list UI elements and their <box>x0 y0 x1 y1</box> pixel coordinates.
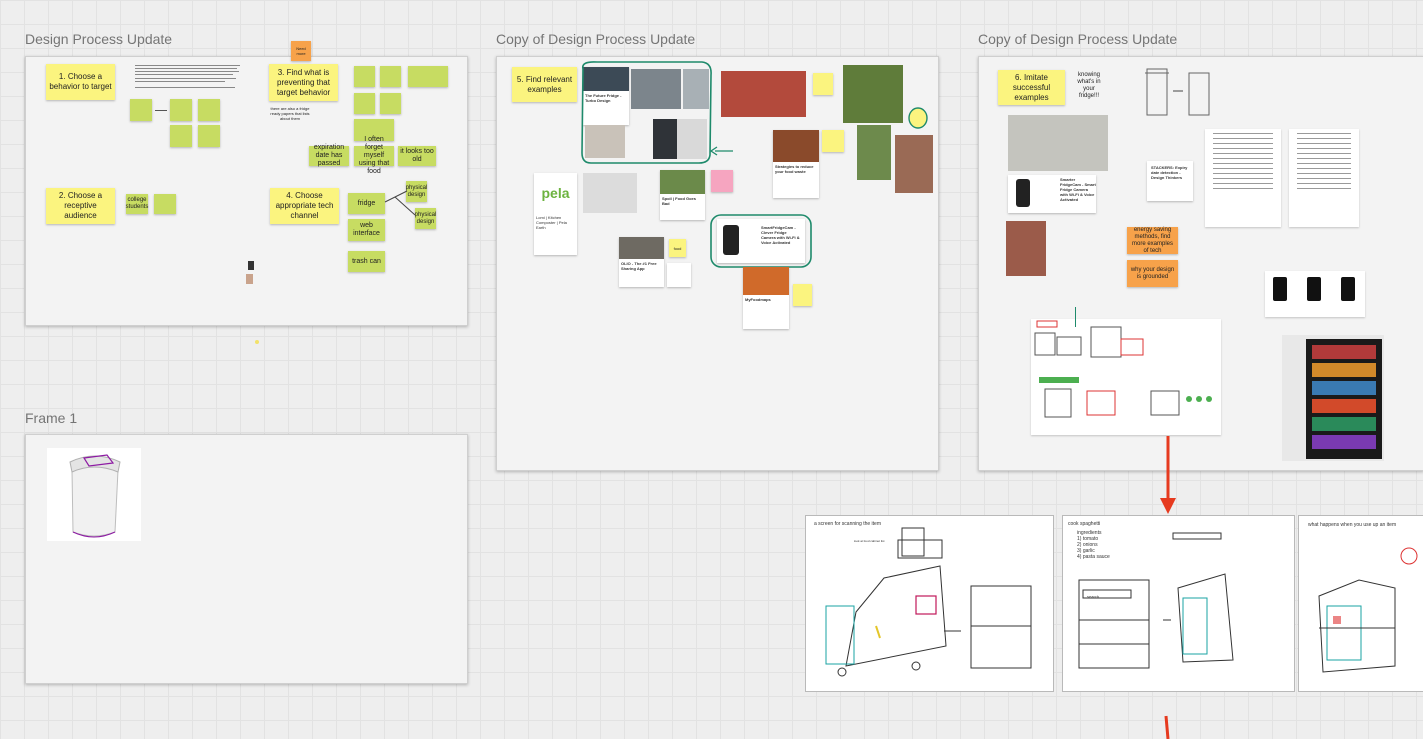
whiteboard-sketch-image[interactable] <box>1031 319 1221 435</box>
connector-line <box>1075 307 1076 327</box>
sticky-small[interactable] <box>198 125 220 147</box>
composter-image[interactable] <box>583 173 637 213</box>
sticky-small[interactable] <box>380 93 401 114</box>
sticky-small[interactable] <box>813 73 833 95</box>
frame-title-copy-2[interactable]: Copy of Design Process Update <box>978 31 1177 47</box>
connector-line <box>155 110 167 111</box>
frame-title-frame1[interactable]: Frame 1 <box>25 410 77 426</box>
paragraph-line <box>135 71 239 72</box>
image-thumbnail <box>246 274 253 284</box>
sticky-grounded[interactable]: why your design is grounded <box>1127 260 1178 287</box>
sticky-tech-channel[interactable]: 4. Choose appropriate tech channel <box>270 188 339 224</box>
sticky-small[interactable] <box>822 130 844 152</box>
sticky-small[interactable] <box>380 66 401 87</box>
sketch-drawing <box>1078 532 1234 669</box>
sticky-find-preventing[interactable]: 3. Find what is preventing that target b… <box>269 64 338 101</box>
note-knowing-fridge[interactable]: knowing what's in your fridge!!! <box>1074 72 1104 100</box>
trash-can-image[interactable] <box>47 448 141 541</box>
sticky-trash-can[interactable]: trash can <box>348 251 385 272</box>
sticky-small[interactable] <box>198 99 220 121</box>
phone-gesture-icon <box>1273 277 1355 301</box>
paragraph-line <box>135 81 225 82</box>
sketch-drawing <box>825 527 1032 677</box>
note-fridge-papers[interactable]: there are also a fridge ready papers tha… <box>270 106 310 121</box>
fridge-food-image[interactable] <box>895 135 933 193</box>
sticky-small[interactable] <box>354 93 375 114</box>
document-page-2[interactable] <box>1289 129 1359 227</box>
green-circle-annotation <box>908 107 928 129</box>
sticky-looks-old[interactable]: it looks too old <box>398 146 436 166</box>
sticky-web-interface[interactable]: web interface <box>348 219 385 241</box>
frame-1[interactable] <box>25 434 468 684</box>
sticky-choose-audience[interactable]: 2. Choose a receptive audience <box>46 188 115 224</box>
card-mykitchen[interactable]: MyFoodmaps <box>743 267 789 329</box>
sticky-physical-design-2[interactable]: physical design <box>415 208 436 229</box>
fridge-shelves <box>1306 339 1382 459</box>
plants-image[interactable] <box>843 65 903 123</box>
frame-title-copy-1[interactable]: Copy of Design Process Update <box>496 31 695 47</box>
sticky-expiration-date[interactable]: expiration date has passed <box>309 144 349 167</box>
green-circle-annotation <box>710 214 812 268</box>
card-strategies[interactable]: Strategies to reduce your food waste <box>773 130 819 198</box>
phone-hands-image[interactable] <box>1265 271 1365 317</box>
sticky-orange-top[interactable]: Need more <box>291 41 311 61</box>
kitchen-fridge-photo[interactable] <box>1008 115 1108 171</box>
card-spoil[interactable]: Spoil | Food Goes Bad <box>660 170 705 220</box>
frame-copy-design-process-2[interactable]: 6. Imitate successful examples knowing w… <box>978 56 1423 471</box>
card-small[interactable] <box>667 263 691 287</box>
paragraph-line <box>135 65 240 66</box>
sketch-drawing <box>1034 320 1212 418</box>
cursor-dot <box>255 340 259 344</box>
sticky-find-examples[interactable]: 5. Find relevant examples <box>512 67 577 102</box>
fridge-door-sketch <box>1145 68 1210 116</box>
paragraph-line <box>135 78 236 79</box>
card-olio[interactable]: OLIO - The #1 Free Sharing App <box>619 237 664 287</box>
sticky-small[interactable] <box>170 125 192 147</box>
sticky-choose-behavior[interactable]: 1. Choose a behavior to target <box>46 64 115 100</box>
sticky-imitate-examples[interactable]: 6. Imitate successful examples <box>998 70 1065 105</box>
paragraph-line <box>135 68 237 69</box>
green-circle-annotation <box>581 61 733 164</box>
product-image-banner[interactable] <box>721 71 806 117</box>
card-smarter-fridgecam[interactable]: Smarter FridgeCam - Smart Fridge Camera … <box>1008 175 1096 213</box>
sticky-pink[interactable] <box>711 170 733 192</box>
frame-title-design-process[interactable]: Design Process Update <box>25 31 172 47</box>
frame-design-process-update[interactable]: 1. Choose a behavior to target 2. Choose… <box>25 56 468 326</box>
card-pela[interactable]: pela Lomi | Kitchen Composter | Pela Ear… <box>534 173 577 255</box>
red-arrow <box>1160 436 1176 514</box>
beverage-fridge-photo[interactable] <box>1282 335 1384 461</box>
trash-can-icon <box>69 454 121 538</box>
sticky-food[interactable]: food <box>669 239 686 257</box>
paragraph-line <box>135 87 235 88</box>
sketch-panel-use-up[interactable]: what happens when you use up an item <box>1298 515 1423 692</box>
sketch-panel-scan[interactable]: a screen for scanning the item look at f… <box>805 515 1054 692</box>
sticky-energy-saving[interactable]: energy saving methods, find more example… <box>1127 227 1178 254</box>
document-page-1[interactable] <box>1205 129 1281 227</box>
user-avatar-icon <box>248 261 254 270</box>
sticky-college-students[interactable]: college students <box>126 194 148 214</box>
fridge-food-photo[interactable] <box>1006 221 1046 276</box>
fridge-food-image[interactable] <box>857 125 891 180</box>
sticky-forget-food[interactable]: I often forget myself using that food <box>354 136 394 175</box>
sticky-small[interactable] <box>154 194 176 214</box>
frame-copy-design-process-1[interactable]: 5. Find relevant examples The Future Fri… <box>496 56 939 471</box>
sticky-small[interactable] <box>793 284 812 306</box>
sticky-fridge[interactable]: fridge <box>348 193 385 214</box>
sticky-small[interactable] <box>408 66 448 87</box>
sticky-small[interactable] <box>130 99 152 121</box>
sticky-small[interactable] <box>354 66 375 87</box>
sticky-small[interactable] <box>170 99 192 121</box>
sketch-drawing <box>1318 547 1418 673</box>
red-arrow-bottom <box>1164 715 1170 739</box>
connector-lines <box>384 190 416 216</box>
paragraph-line <box>135 74 233 75</box>
sketch-panel-cook[interactable]: cook spaghetti ingredients 1) tomato 2) … <box>1062 515 1295 692</box>
card-stackers[interactable]: STACKERS: Expiry date detection - Design… <box>1147 161 1193 201</box>
